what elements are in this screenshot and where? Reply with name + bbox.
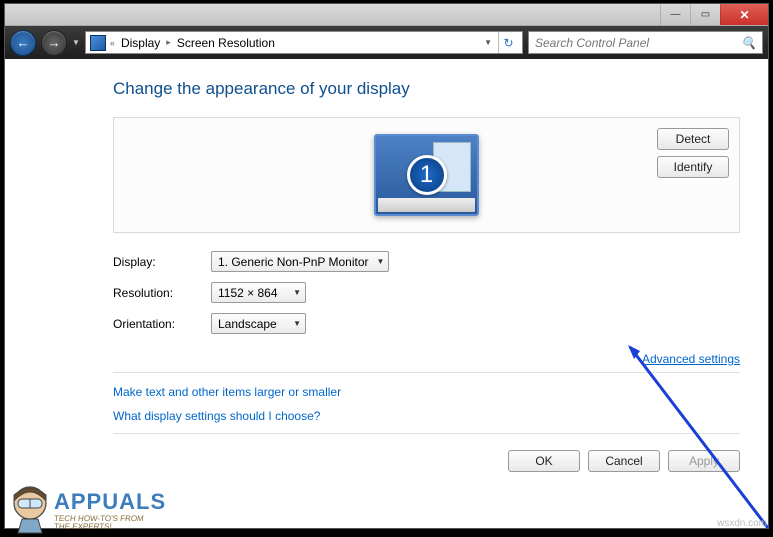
breadcrumb-sep-left: « xyxy=(110,38,115,48)
display-preview-box: 1 Detect Identify xyxy=(113,117,740,233)
window-titlebar: — ▭ ✕ xyxy=(5,4,768,26)
watermark: wsxdn.com xyxy=(717,518,767,529)
breadcrumb-display[interactable]: Display xyxy=(119,34,162,52)
divider xyxy=(113,372,740,373)
refresh-button[interactable]: ↻ xyxy=(498,32,518,53)
address-dropdown[interactable]: ▼ xyxy=(480,38,496,47)
help-link[interactable]: What display settings should I choose? xyxy=(113,409,740,423)
maximize-button[interactable]: ▭ xyxy=(690,4,720,25)
apply-button: Apply xyxy=(668,450,740,472)
minimize-button[interactable]: — xyxy=(660,4,690,25)
back-button[interactable]: ← xyxy=(10,30,36,56)
breadcrumb-screen-resolution[interactable]: Screen Resolution xyxy=(175,34,277,52)
display-value: 1. Generic Non-PnP Monitor xyxy=(218,255,369,269)
ok-button[interactable]: OK xyxy=(508,450,580,472)
display-label: Display: xyxy=(113,255,211,269)
search-box[interactable]: 🔍 xyxy=(528,31,763,54)
detect-button[interactable]: Detect xyxy=(657,128,729,150)
cancel-button[interactable]: Cancel xyxy=(588,450,660,472)
display-dropdown[interactable]: 1. Generic Non-PnP Monitor ▼ xyxy=(211,251,389,272)
nav-toolbar: ← → ▼ « Display ▸ Screen Resolution ▼ ↻ … xyxy=(5,26,768,59)
arrow-left-icon: ← xyxy=(17,35,30,50)
chevron-right-icon: ▸ xyxy=(166,37,171,48)
identify-button[interactable]: Identify xyxy=(657,156,729,178)
resolution-value: 1152 × 864 xyxy=(218,286,278,300)
orientation-label: Orientation: xyxy=(113,317,211,331)
monitor-taskbar-graphic xyxy=(378,198,475,212)
control-panel-window: — ▭ ✕ ← → ▼ « Display ▸ Screen Resolutio… xyxy=(4,3,769,529)
orientation-dropdown[interactable]: Landscape ▼ xyxy=(211,313,306,334)
resolution-label: Resolution: xyxy=(113,286,211,300)
address-bar[interactable]: « Display ▸ Screen Resolution ▼ ↻ xyxy=(85,31,523,54)
close-button[interactable]: ✕ xyxy=(720,4,768,25)
forward-button[interactable]: → xyxy=(41,30,67,56)
orientation-value: Landscape xyxy=(218,317,277,331)
monitor-number-badge: 1 xyxy=(407,155,447,195)
chevron-down-icon: ▼ xyxy=(285,319,301,328)
divider xyxy=(113,433,740,434)
content-area: Change the appearance of your display 1 … xyxy=(5,59,768,528)
control-panel-icon xyxy=(90,35,106,51)
search-icon[interactable]: 🔍 xyxy=(741,36,756,50)
arrow-right-icon: → xyxy=(48,35,61,50)
monitor-illustration[interactable]: 1 xyxy=(374,134,479,216)
refresh-icon: ↻ xyxy=(503,36,513,50)
search-input[interactable] xyxy=(535,36,756,50)
chevron-down-icon: ▼ xyxy=(369,257,385,266)
advanced-settings-link[interactable]: Advanced settings xyxy=(642,352,740,366)
nav-history-dropdown[interactable]: ▼ xyxy=(72,38,80,47)
resolution-dropdown[interactable]: 1152 × 864 ▼ xyxy=(211,282,306,303)
text-size-link[interactable]: Make text and other items larger or smal… xyxy=(113,385,740,399)
dialog-footer: OK Cancel Apply xyxy=(113,446,740,472)
chevron-down-icon: ▼ xyxy=(285,288,301,297)
page-title: Change the appearance of your display xyxy=(113,79,740,99)
